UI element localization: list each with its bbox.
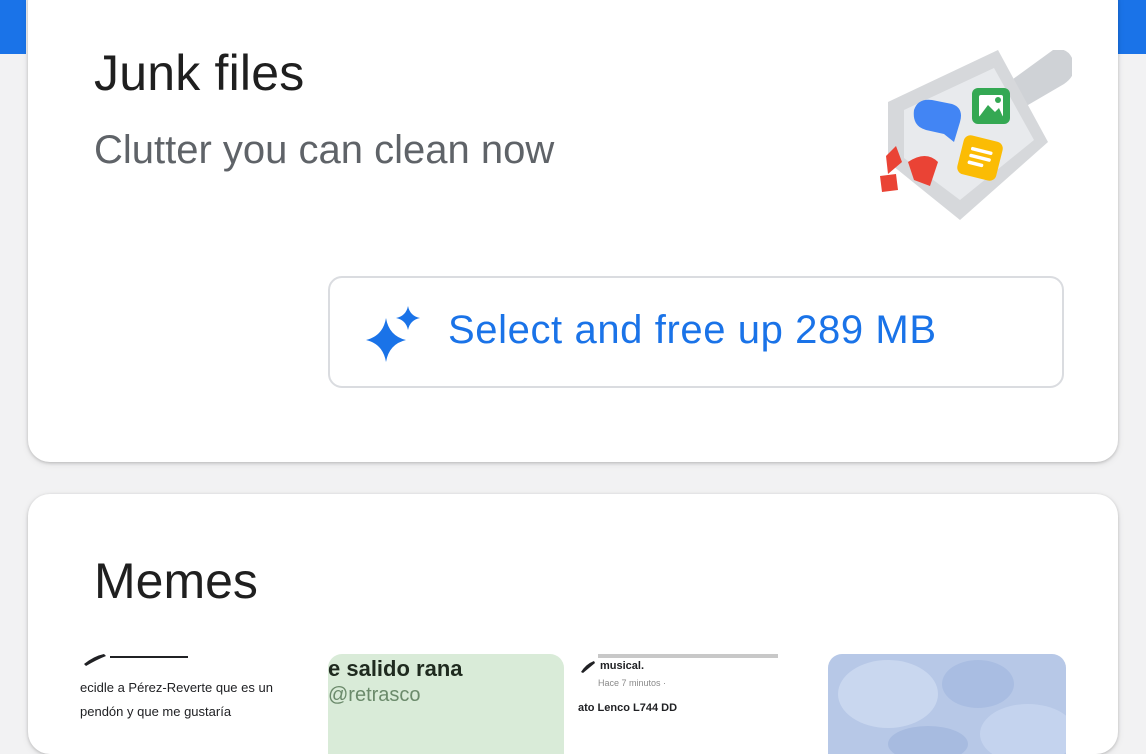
meme-thumbnail-2-text-1: e salido rana (328, 656, 463, 681)
meme-thumbnail-3-header-line (598, 654, 778, 658)
meme-thumbnail-4-image (838, 660, 1066, 754)
memes-title: Memes (94, 553, 258, 609)
memes-card: Memes ecidle a Pérez-Reverte que es un p… (28, 494, 1118, 754)
junk-files-title: Junk files (94, 45, 305, 101)
meme-thumbnail-1[interactable]: ecidle a Pérez-Reverte que es un pendón … (76, 654, 312, 754)
app-bar-edge-right (1118, 0, 1146, 54)
junk-files-card: Junk files Clutter you can clean now Sel… (28, 0, 1118, 462)
meme-thumbnail-4[interactable] (828, 654, 1066, 754)
meme-thumbnail-3-text-3: ato Lenco L744 DD (578, 702, 678, 714)
meme-thumbnail-1-divider (110, 656, 188, 658)
quill-icon (84, 654, 106, 666)
memes-thumbnail-row: ecidle a Pérez-Reverte que es un pendón … (28, 654, 1118, 754)
meme-thumbnail-2[interactable]: e salido rana @retrasco (328, 654, 564, 754)
meme-thumbnail-3[interactable]: musical. Hace 7 minutos · ato Lenco L744… (576, 654, 812, 754)
app-bar-edge-left (0, 0, 26, 54)
select-and-free-up-label: Select and free up 289 MB (448, 308, 937, 352)
meme-thumbnail-1-text-2: pendón y que me gustaría (80, 704, 232, 719)
meme-thumbnail-1-text-1: ecidle a Pérez-Reverte que es un (80, 680, 273, 695)
select-and-free-up-button[interactable]: Select and free up 289 MB (328, 276, 1064, 388)
sparkle-icon (366, 306, 420, 362)
meme-thumbnail-3-text-2: Hace 7 minutos · (598, 678, 667, 688)
quill-icon (581, 661, 595, 673)
meme-thumbnail-2-text-2: @retrasco (328, 684, 421, 706)
junk-files-subtitle: Clutter you can clean now (94, 128, 555, 172)
dustpan-illustration (880, 50, 1072, 220)
meme-thumbnail-3-text-1: musical. (600, 660, 645, 672)
